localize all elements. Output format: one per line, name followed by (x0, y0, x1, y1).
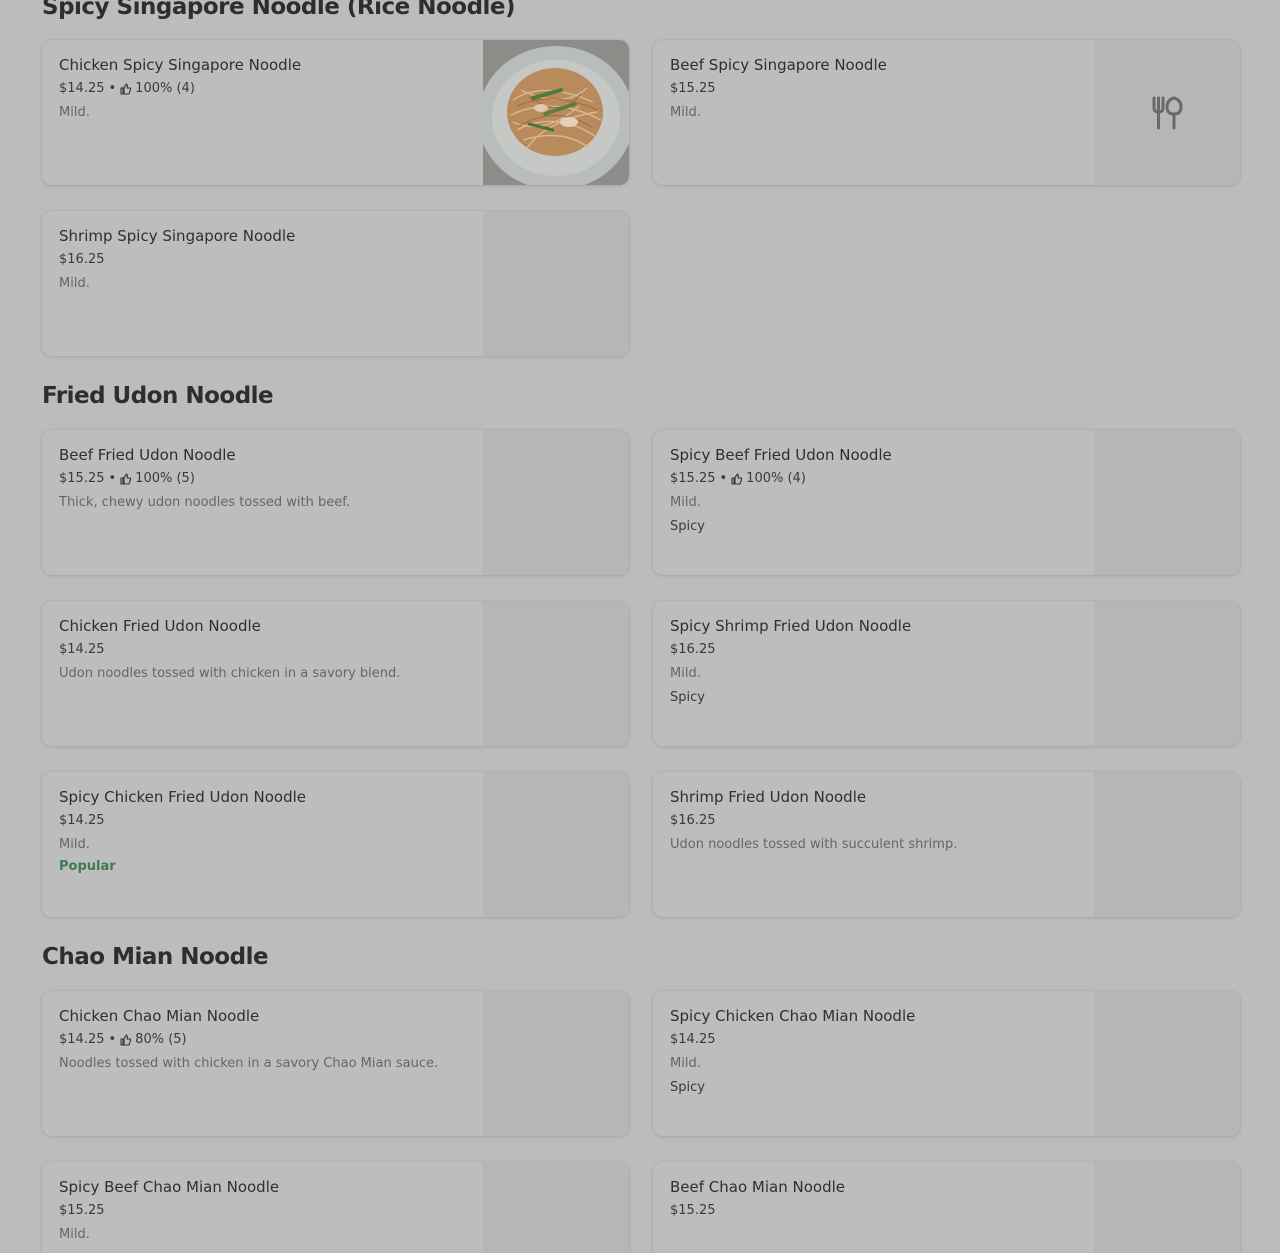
menu-item-card[interactable]: Spicy Beef Chao Mian Noodle $15.25 Mild. (42, 1162, 629, 1253)
item-description: Noodles tossed with chicken in a savory … (59, 1056, 439, 1071)
section-title: Chao Mian Noodle (42, 944, 269, 970)
thumbs-up-icon (120, 83, 132, 95)
item-description: Udon noodles tossed with chicken in a sa… (59, 666, 401, 681)
item-price: $14.25 (59, 81, 105, 96)
item-rating: 80% (5) (135, 1032, 187, 1047)
item-description: Mild. (670, 495, 701, 510)
item-description: Udon noodles tossed with succulent shrim… (670, 837, 958, 852)
popular-badge: Popular (59, 859, 116, 874)
menu-item-card[interactable]: Spicy Chicken Chao Mian Noodle $14.25 Mi… (653, 991, 1240, 1136)
item-price: $15.25 (670, 81, 716, 96)
section-title: Fried Udon Noodle (42, 383, 274, 409)
item-price: $14.25 (59, 813, 105, 828)
item-price: $16.25 (59, 252, 105, 267)
menu-item-card[interactable]: Spicy Shrimp Fried Udon Noodle $16.25 Mi… (653, 601, 1240, 746)
item-image-placeholder (1094, 430, 1240, 575)
item-image-placeholder (483, 991, 629, 1136)
item-name: Chicken Chao Mian Noodle (59, 1007, 260, 1025)
item-image-placeholder (483, 211, 629, 356)
item-name: Beef Fried Udon Noodle (59, 446, 236, 464)
item-price: $14.25 (59, 642, 105, 657)
item-price: $15.25 (59, 1203, 105, 1218)
item-price: $14.25 (59, 1032, 105, 1047)
item-name: Spicy Beef Chao Mian Noodle (59, 1178, 280, 1196)
item-tag: Spicy (670, 1080, 705, 1095)
item-tag: Spicy (670, 690, 705, 705)
item-description: Mild. (59, 105, 90, 120)
menu-item-card[interactable]: Spicy Chicken Fried Udon Noodle $14.25 M… (42, 772, 629, 917)
item-name: Beef Chao Mian Noodle (670, 1178, 845, 1196)
item-image-placeholder (1094, 601, 1240, 746)
item-description: Mild. (670, 666, 701, 681)
item-price: $15.25 (59, 471, 105, 486)
item-meta: $14.25 (59, 642, 469, 658)
menu-item-card[interactable]: Spicy Beef Fried Udon Noodle $15.25 • 10… (653, 430, 1240, 575)
item-description: Mild. (59, 837, 90, 852)
item-image-placeholder (1094, 772, 1240, 917)
item-meta: $16.25 (670, 642, 1080, 658)
item-name: Spicy Chicken Chao Mian Noodle (670, 1007, 916, 1025)
item-meta: $16.25 (670, 813, 1080, 829)
item-description: Mild. (59, 1227, 90, 1242)
separator-dot: • (108, 81, 117, 96)
noodle-photo (483, 40, 629, 185)
item-meta: $15.25 (670, 1203, 1080, 1219)
item-price: $15.25 (670, 471, 716, 486)
item-description: Mild. (670, 105, 701, 120)
item-name: Spicy Chicken Fried Udon Noodle (59, 788, 306, 806)
thumbs-up-icon (731, 473, 743, 485)
item-meta: $15.25 (59, 1203, 469, 1219)
item-image-placeholder (483, 430, 629, 575)
fork-knife-icon (1152, 95, 1183, 129)
item-name: Beef Spicy Singapore Noodle (670, 56, 887, 74)
item-rating: 100% (4) (746, 471, 806, 486)
item-rating: 100% (5) (135, 471, 195, 486)
item-name: Shrimp Fried Udon Noodle (670, 788, 867, 806)
item-price: $14.25 (670, 1032, 716, 1047)
item-photo (483, 40, 629, 185)
item-meta: $14.25 • 100% (4) (59, 81, 469, 97)
item-price: $16.25 (670, 642, 716, 657)
item-image-placeholder (483, 1162, 629, 1253)
menu-item-card[interactable]: Beef Fried Udon Noodle $15.25 • 100% (5)… (42, 430, 629, 575)
item-image-placeholder (1094, 1162, 1240, 1253)
item-meta: $14.25 (670, 1032, 1080, 1048)
section-title: Spicy Singapore Noodle (Rice Noodle) (42, 0, 516, 20)
separator-dot: • (108, 471, 117, 486)
item-meta: $15.25 • 100% (4) (670, 471, 1080, 487)
item-price: $15.25 (670, 1203, 716, 1218)
item-description: Mild. (670, 1056, 701, 1071)
item-name: Chicken Fried Udon Noodle (59, 617, 261, 635)
menu-item-card[interactable]: Shrimp Fried Udon Noodle $16.25 Udon noo… (653, 772, 1240, 917)
menu-item-card[interactable]: Beef Chao Mian Noodle $15.25 (653, 1162, 1240, 1253)
thumbs-up-icon (120, 1034, 132, 1046)
item-name: Spicy Shrimp Fried Udon Noodle (670, 617, 912, 635)
separator-dot: • (719, 471, 728, 486)
item-price: $16.25 (670, 813, 716, 828)
item-name: Spicy Beef Fried Udon Noodle (670, 446, 892, 464)
item-meta: $14.25 (59, 813, 469, 829)
item-name: Chicken Spicy Singapore Noodle (59, 56, 302, 74)
item-image-placeholder (1094, 991, 1240, 1136)
menu-item-card[interactable]: Chicken Spicy Singapore Noodle $14.25 • … (42, 40, 629, 185)
item-rating: 100% (4) (135, 81, 195, 96)
item-image-placeholder (1094, 40, 1240, 185)
separator-dot: • (108, 1032, 117, 1047)
item-meta: $15.25 • 100% (5) (59, 471, 469, 487)
menu-item-card[interactable]: Beef Spicy Singapore Noodle $15.25 Mild. (653, 40, 1240, 185)
item-description: Thick, chewy udon noodles tossed with be… (59, 495, 351, 510)
item-meta: $16.25 (59, 252, 469, 268)
item-meta: $15.25 (670, 81, 1080, 97)
item-name: Shrimp Spicy Singapore Noodle (59, 227, 296, 245)
menu-item-card[interactable]: Chicken Fried Udon Noodle $14.25 Udon no… (42, 601, 629, 746)
item-description: Mild. (59, 276, 90, 291)
menu-page: Spicy Singapore Noodle (Rice Noodle) Chi… (0, 0, 1280, 1253)
menu-item-card[interactable]: Chicken Chao Mian Noodle $14.25 • 80% (5… (42, 991, 629, 1136)
item-image-placeholder (483, 772, 629, 917)
thumbs-up-icon (120, 473, 132, 485)
item-meta: $14.25 • 80% (5) (59, 1032, 469, 1048)
item-image-placeholder (483, 601, 629, 746)
item-tag: Spicy (670, 519, 705, 534)
menu-item-card[interactable]: Shrimp Spicy Singapore Noodle $16.25 Mil… (42, 211, 629, 356)
